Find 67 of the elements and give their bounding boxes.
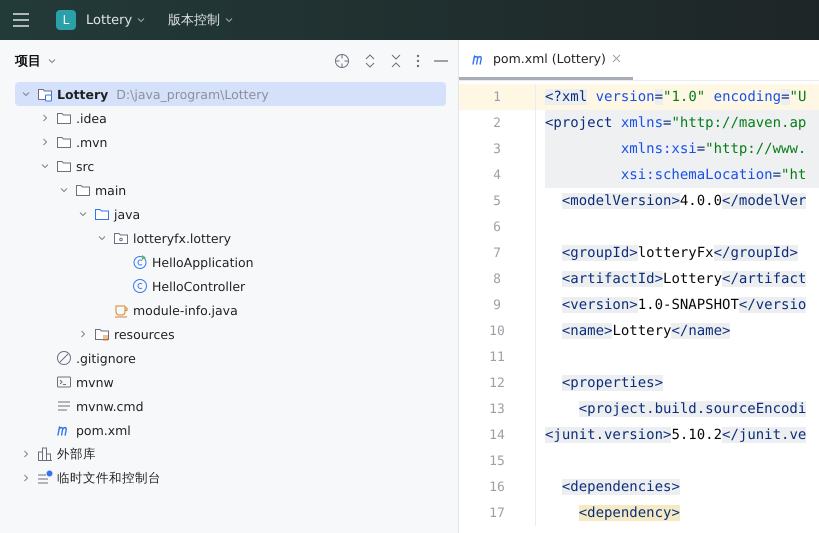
tree-item[interactable]: .mvn [15,130,446,154]
code-line: <groupId>lotteryFx</groupId> [560,244,799,263]
item-name: src [76,158,94,174]
line-number: 2 [459,110,536,136]
code-line: <name>Lottery</name> [560,322,732,341]
tree-item[interactable]: mvnw [15,370,446,394]
tree-item[interactable]: .gitignore [15,346,446,370]
code-line: <modelVersion>4.0.0</modelVer [560,192,808,211]
item-name: .idea [76,110,107,126]
code-line: <dependency> [578,504,681,523]
tree-item[interactable]: Lottery D:\java_program\Lottery [15,82,446,106]
tree-item[interactable]: pom.xml [15,418,446,442]
code-line: <dependencies> [560,478,681,497]
code-line: <properties> [560,374,664,393]
line-number: 6 [459,214,536,240]
line-number: 17 [459,500,536,526]
tree-item[interactable]: mvnw.cmd [15,394,446,418]
tree-item[interactable]: resources [15,322,446,346]
vcs-menu[interactable]: 版本控制 [168,11,234,29]
line-number: 16 [459,474,536,500]
tree-item[interactable]: 临时文件和控制台 [15,466,446,490]
line-number: 10 [459,318,536,344]
item-name: HelloController [152,278,246,294]
project-menu[interactable]: Lottery [86,12,146,28]
code-line: <?xml version="1.0" encoding="U [545,88,808,107]
item-name: lotteryfx.lottery [133,230,232,246]
item-name: 临时文件和控制台 [57,470,161,486]
item-name: resources [114,326,175,342]
editor-tab[interactable]: pom.xml (Lottery) [459,40,633,80]
item-name: HelloApplication [152,254,254,270]
tree-item[interactable]: main [15,178,446,202]
code-line: <version>1.0-SNAPSHOT</versio [560,296,808,315]
item-name: .gitignore [76,350,136,366]
item-name: pom.xml [76,422,131,438]
line-number: 3 [459,136,536,162]
tree-item[interactable]: HelloController [15,274,446,298]
item-name: java [114,206,140,222]
line-number: 9 [459,292,536,318]
line-number: 7 [459,240,536,266]
line-number: 5 [459,188,536,214]
item-path: D:\java_program\Lottery [116,86,269,102]
line-number: 4 [459,162,536,188]
item-name: .mvn [76,134,108,150]
line-number: 1 [459,84,536,110]
line-number: 8 [459,266,536,292]
code-line: <artifactId>Lottery</artifact [560,270,808,289]
tree-item[interactable]: .idea [15,106,446,130]
tree-item[interactable]: HelloApplication [15,250,446,274]
code-line: <junit.version>5.10.2</junit.ve [545,426,808,445]
item-name: mvnw [76,374,114,390]
line-number: 13 [459,396,536,422]
project-badge: L [56,10,76,30]
line-number: 14 [459,422,536,448]
line-number: 11 [459,344,536,370]
item-name: 外部库 [57,446,96,462]
item-name: main [95,182,126,198]
tree-item[interactable]: java [15,202,446,226]
tree-item[interactable]: 外部库 [15,442,446,466]
line-number: 15 [459,448,536,474]
line-number: 12 [459,370,536,396]
tree-item[interactable]: lotteryfx.lottery [15,226,446,250]
panel-title[interactable]: 项目 [15,52,41,70]
tree-item[interactable]: src [15,154,446,178]
item-name: module-info.java [133,302,238,318]
item-name: Lottery [57,86,108,102]
item-name: mvnw.cmd [76,398,144,414]
tree-item[interactable]: module-info.java [15,298,446,322]
